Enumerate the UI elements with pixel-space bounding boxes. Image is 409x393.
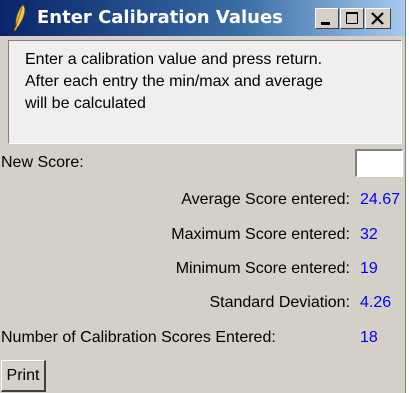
window-title: Enter Calibration Values [37,7,283,28]
minimize-button[interactable] [315,8,339,29]
standard-deviation-value: 4.26 [360,294,392,311]
average-score-value: 24.67 [360,191,401,208]
standard-deviation-label: Standard Deviation: [209,294,350,311]
instructions-line-3: will be calculated [25,95,146,112]
title-bar[interactable]: Enter Calibration Values [0,0,405,36]
instructions-line-2: After each entry the min/max and average [25,73,323,90]
new-score-input[interactable] [355,149,403,177]
score-count-value: 18 [360,329,378,346]
minimize-icon [321,22,330,25]
maximize-button[interactable] [340,8,364,29]
maximum-score-label: Maximum Score entered: [171,226,350,243]
close-icon [371,12,384,25]
print-button[interactable]: Print [1,360,46,392]
new-score-label: New Score: [1,154,84,171]
average-score-label: Average Score entered: [181,191,350,208]
maximize-icon [346,12,358,24]
instructions-panel: Enter a calibration value and press retu… [8,40,402,144]
minimum-score-value: 19 [360,260,378,277]
calibration-window: Enter Calibration Values Enter a calibra… [0,0,406,393]
instructions-line-1: Enter a calibration value and press retu… [25,51,323,68]
minimum-score-label: Minimum Score entered: [175,260,350,277]
feather-icon [13,4,26,32]
maximum-score-value: 32 [360,226,378,243]
score-count-label: Number of Calibration Scores Entered: [1,329,276,346]
close-button[interactable] [365,8,391,29]
